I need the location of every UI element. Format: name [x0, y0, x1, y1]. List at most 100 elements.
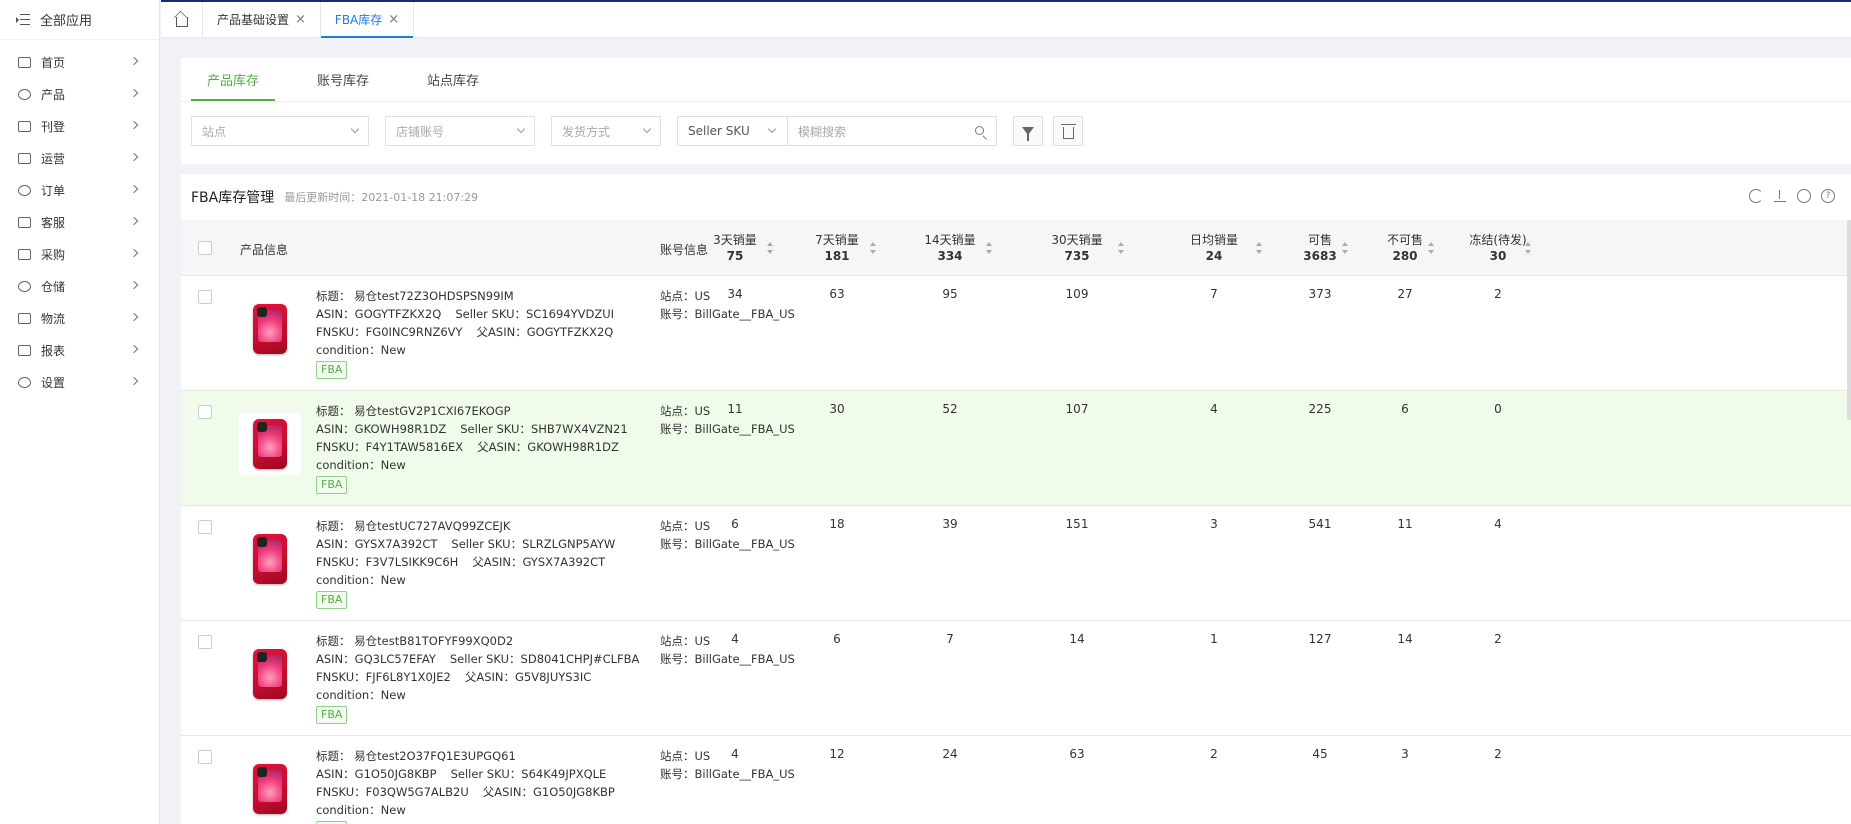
col-metric-5[interactable]: 可售 3683 [1280, 232, 1360, 264]
sort-icon[interactable] [1525, 242, 1531, 254]
download-icon[interactable] [1773, 189, 1787, 203]
col-metric-1[interactable]: 7天销量 181 [797, 232, 877, 264]
table-row[interactable]: 标题： 易仓testB81TOFYF99XQ0D2 ASIN：GQ3LC57EFA… [181, 621, 1851, 736]
fnsku-value[interactable]: F03QW5G7ALB2U [366, 785, 469, 799]
refresh-icon[interactable] [1749, 189, 1763, 203]
sidebar-item-10[interactable]: 设置 [0, 366, 159, 398]
table-row[interactable]: 标题： 易仓testUC727AVQ99ZCEJK ASIN：GYSX7A392C… [181, 506, 1851, 621]
select-all-checkbox[interactable] [198, 241, 212, 255]
site-select[interactable]: 站点 [191, 116, 369, 146]
product-thumbnail[interactable] [239, 413, 301, 475]
sidebar-item-9[interactable]: 报表 [0, 334, 159, 366]
col-metric-2[interactable]: 14天销量 334 [910, 232, 990, 264]
sort-icon[interactable] [1256, 242, 1262, 254]
sidebar-item-8[interactable]: 物流 [0, 302, 159, 334]
fnsku-label: FNSKU： [316, 325, 366, 339]
asin-value[interactable]: GOGYTFZKX2Q [355, 307, 442, 321]
product-thumbnail[interactable] [239, 298, 301, 360]
sort-icon[interactable] [1342, 242, 1348, 254]
sku-value[interactable]: SD8041CHPJ#CLFBA [521, 652, 640, 666]
table-row[interactable]: 标题： 易仓testGV2P1CXI67EKOGP ASIN：GKOWH98R1D… [181, 391, 1851, 506]
product-title[interactable]: 易仓testB81TOFYF99XQ0D2 [354, 634, 513, 648]
help-icon[interactable]: ? [1821, 189, 1835, 203]
product-title[interactable]: 易仓test2O37FQ1E3UPGQ61 [354, 749, 516, 763]
asin-value[interactable]: GQ3LC57EFAY [355, 652, 436, 666]
scrollbar[interactable] [1847, 220, 1851, 420]
search-field-select[interactable]: Seller SKU [678, 117, 788, 145]
sidebar-item-1[interactable]: 产品 [0, 78, 159, 110]
sort-icon[interactable] [870, 242, 876, 254]
sort-icon[interactable] [1118, 242, 1124, 254]
asin-value[interactable]: G1O50JG8KBP [355, 767, 437, 781]
home-tab[interactable] [161, 2, 203, 37]
sort-icon[interactable] [767, 242, 773, 254]
product-thumbnail[interactable] [239, 758, 301, 820]
sidebar-item-3[interactable]: 运营 [0, 142, 159, 174]
product-thumbnail[interactable] [239, 528, 301, 590]
sku-value[interactable]: SHB7WX4VZN21 [531, 422, 628, 436]
col-metric-0[interactable]: 3天销量 75 [695, 232, 775, 264]
fuzzy-search-input[interactable]: 模糊搜索 [788, 117, 996, 145]
sku-value[interactable]: S64K49JPXQLE [521, 767, 606, 781]
parent-asin-value[interactable]: G1O50JG8KBP [533, 785, 615, 799]
sku-value[interactable]: SLRZLGNP5AYW [522, 537, 615, 551]
sort-icon[interactable] [986, 242, 992, 254]
col-metric-3[interactable]: 30天销量 735 [1037, 232, 1117, 264]
row-checkbox[interactable] [198, 405, 212, 419]
sidebar-item-6[interactable]: 采购 [0, 238, 159, 270]
search-placeholder: 模糊搜索 [798, 124, 847, 139]
sidebar-item-0[interactable]: 首页 [0, 46, 159, 78]
asin-value[interactable]: GYSX7A392CT [355, 537, 438, 551]
product-title[interactable]: 易仓testUC727AVQ99ZCEJK [354, 519, 510, 533]
shipping-method-select[interactable]: 发货方式 [551, 116, 661, 146]
subtab-site-inventory[interactable]: 站点库存 [411, 58, 495, 101]
close-icon[interactable]: × [295, 12, 306, 27]
sidebar-item-4[interactable]: 订单 [0, 174, 159, 206]
search-icon[interactable] [975, 126, 984, 135]
sidebar-item-7[interactable]: 仓储 [0, 270, 159, 302]
parent-asin-value[interactable]: G5V8JUYS3IC [515, 670, 591, 684]
gear-icon [18, 376, 31, 388]
parent-asin-value[interactable]: GYSX7A392CT [522, 555, 605, 569]
col-metric-4[interactable]: 日均销量 24 [1174, 232, 1254, 264]
chevron-right-icon [129, 88, 139, 98]
menu-icon [16, 13, 30, 26]
metric-cell: 6 [1401, 402, 1409, 416]
clear-filter-button[interactable] [1053, 116, 1083, 146]
product-title[interactable]: 易仓testGV2P1CXI67EKOGP [354, 404, 510, 418]
sidebar-item-5[interactable]: 客服 [0, 206, 159, 238]
row-checkbox[interactable] [198, 290, 212, 304]
parent-asin-value[interactable]: GKOWH98R1DZ [527, 440, 619, 454]
row-checkbox[interactable] [198, 520, 212, 534]
table-row[interactable]: 标题： 易仓test72Z3OHDSPSN99IM ASIN：GOGYTFZKX2… [181, 276, 1851, 391]
fnsku-value[interactable]: FJF6L8Y1X0JE2 [366, 670, 451, 684]
sidebar-item-label: 产品 [41, 87, 66, 102]
fnsku-value[interactable]: F3V7LSIKK9C6H [366, 555, 459, 569]
fnsku-value[interactable]: FG0INC9RNZ6VY [366, 325, 463, 339]
asin-value[interactable]: GKOWH98R1DZ [355, 422, 447, 436]
row-checkbox[interactable] [198, 750, 212, 764]
close-icon[interactable]: × [388, 12, 399, 27]
advanced-filter-button[interactable] [1013, 116, 1043, 146]
col-label: 7天销量 [815, 233, 859, 247]
subtab-product-inventory[interactable]: 产品库存 [191, 58, 276, 101]
sku-label: Seller SKU： [451, 537, 523, 551]
tab-product-settings[interactable]: 产品基础设置 × [203, 2, 321, 37]
sku-value[interactable]: SC1694YVDZUI [526, 307, 614, 321]
phone-image [253, 764, 287, 814]
sort-icon[interactable] [1428, 242, 1434, 254]
product-thumbnail[interactable] [239, 643, 301, 705]
all-apps-header[interactable]: 全部应用 [0, 0, 159, 40]
fnsku-value[interactable]: F4Y1TAW5816EX [366, 440, 463, 454]
subtab-account-inventory[interactable]: 账号库存 [301, 58, 385, 101]
row-checkbox[interactable] [198, 635, 212, 649]
sidebar-item-2[interactable]: 刊登 [0, 110, 159, 142]
product-info: 标题： 易仓test2O37FQ1E3UPGQ61 ASIN：G1O50JG8KB… [316, 747, 615, 824]
tab-fba-inventory[interactable]: FBA库存 × [320, 2, 415, 38]
gear-icon[interactable] [1797, 189, 1811, 203]
parent-asin-value[interactable]: GOGYTFZKX2Q [527, 325, 614, 339]
store-account-select[interactable]: 店铺账号 [385, 116, 535, 146]
product-title[interactable]: 易仓test72Z3OHDSPSN99IM [354, 289, 514, 303]
col-label: 30天销量 [1051, 233, 1103, 247]
table-row[interactable]: 标题： 易仓test2O37FQ1E3UPGQ61 ASIN：G1O50JG8KB… [181, 736, 1851, 824]
